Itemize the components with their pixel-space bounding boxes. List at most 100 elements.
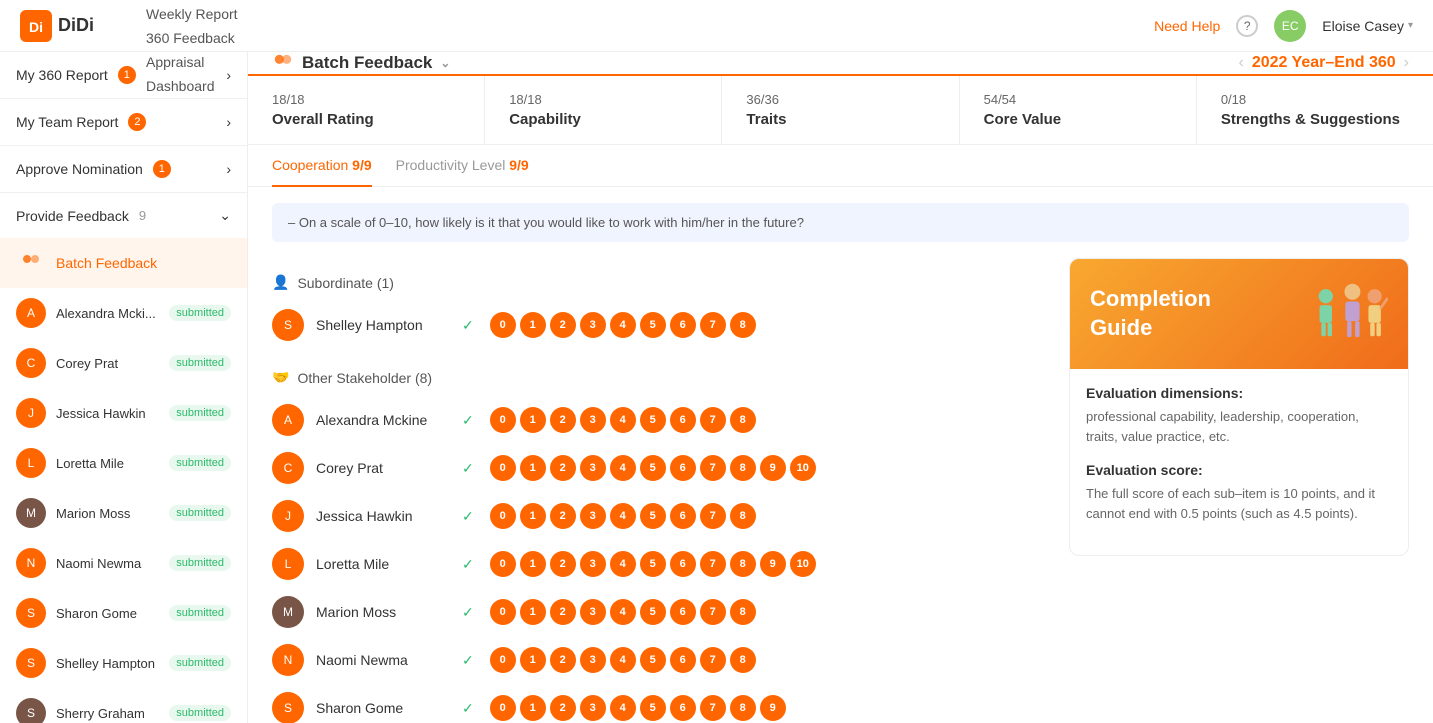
sidebar-name-7: Shelley Hampton: [56, 656, 159, 671]
bubble-2-1: 1: [520, 503, 546, 529]
bubble-2-2: 2: [550, 503, 576, 529]
sidebar-avatar-2: J: [16, 398, 46, 428]
tab-0[interactable]: Cooperation 9/9: [272, 145, 372, 187]
sidebar-item-feedback[interactable]: Provide Feedback 9 ⌄: [0, 193, 247, 238]
bubble-1-7: 7: [700, 455, 726, 481]
guide-score-section: Evaluation score: The full score of each…: [1086, 462, 1392, 523]
sidebar-person-8[interactable]: S Sherry Graham submitted: [0, 688, 247, 723]
stats-bar: 18/18 Overall Rating 18/18 Capability 36…: [248, 76, 1433, 145]
bubble-2-3: 3: [580, 503, 606, 529]
stat-item-0: 18/18 Overall Rating: [248, 76, 485, 144]
person-avatar-1: C: [272, 452, 304, 484]
bubble-4-1: 1: [520, 599, 546, 625]
user-name-text: Eloise Casey: [1322, 18, 1404, 34]
sidebar-name-5: Naomi Newma: [56, 556, 159, 571]
layout: My 360 Report 1 › My Team Report 2 › App…: [0, 52, 1433, 723]
sidebar-item-team-report[interactable]: My Team Report 2 ›: [0, 99, 247, 145]
tab-label-1: Productivity Level: [396, 157, 506, 173]
person-avatar-4: M: [272, 596, 304, 628]
stat-fraction-2: 36/36: [746, 92, 934, 107]
person-name-2: Jessica Hawkin: [316, 508, 446, 524]
nav-item-dashboard[interactable]: Dashboard: [146, 74, 238, 98]
sidebar-name-3: Loretta Mile: [56, 456, 159, 471]
year-prev-button[interactable]: ‹: [1239, 54, 1244, 72]
badge-team: 2: [128, 113, 146, 131]
bubble-3-7: 7: [700, 551, 726, 577]
user-name-button[interactable]: Eloise Casey ▾: [1322, 18, 1413, 34]
bubble-4-4: 4: [610, 599, 636, 625]
sidebar-name-8: Sherry Graham: [56, 706, 159, 721]
bubble-6-1: 1: [520, 695, 546, 721]
title-dropdown-icon[interactable]: ⌄: [440, 56, 450, 70]
person-name-4: Marion Moss: [316, 604, 446, 620]
sidebar-status-5: submitted: [169, 555, 231, 571]
chevron-nomination-icon: ›: [226, 161, 231, 177]
main-title: Batch Feedback: [302, 53, 432, 73]
bubble-2-5: 5: [640, 503, 666, 529]
sidebar-item-nomination[interactable]: Approve Nomination 1 ›: [0, 146, 247, 192]
tab-score-0: 9/9: [352, 157, 371, 173]
person-avatar-5: N: [272, 644, 304, 676]
bubble-5-0: 0: [490, 647, 516, 673]
sidebar-batch-feedback[interactable]: Batch Feedback: [0, 238, 247, 288]
sidebar-name-1: Corey Prat: [56, 356, 159, 371]
need-help-link[interactable]: Need Help: [1154, 18, 1220, 34]
score-bubbles-0: 012345678: [490, 312, 756, 338]
sidebar-person-5[interactable]: N Naomi Newma submitted: [0, 538, 247, 588]
score-bubbles-6: 0123456789: [490, 695, 786, 721]
bubble-1-4: 4: [610, 455, 636, 481]
bubble-0-4: 4: [610, 312, 636, 338]
bubble-0-0: 0: [490, 407, 516, 433]
tab-bar: Cooperation 9/9 Productivity Level 9/9: [248, 145, 1433, 187]
bubble-3-2: 2: [550, 551, 576, 577]
guide-banner: CompletionGuide: [1070, 259, 1408, 369]
question-box: – On a scale of 0–10, how likely is it t…: [272, 203, 1409, 242]
tab-1[interactable]: Productivity Level 9/9: [396, 145, 529, 187]
chevron-team-icon: ›: [226, 114, 231, 130]
stat-label-3: Core Value: [984, 111, 1172, 128]
stakeholder-people-row-2: J Jessica Hawkin ✓ 012345678: [272, 492, 1049, 540]
bubble-3-5: 5: [640, 551, 666, 577]
sidebar-person-7[interactable]: S Shelley Hampton submitted: [0, 638, 247, 688]
person-avatar-0: S: [272, 309, 304, 341]
nav-item-360-feedback[interactable]: 360 Feedback: [146, 26, 238, 50]
bubble-1-0: 0: [490, 455, 516, 481]
bubble-0-1: 1: [520, 407, 546, 433]
check-icon-5: ✓: [462, 652, 474, 669]
sidebar-avatar-4: M: [16, 498, 46, 528]
score-bubbles-4: 012345678: [490, 599, 756, 625]
stat-item-3: 54/54 Core Value: [960, 76, 1197, 144]
nav-item-appraisal[interactable]: Appraisal: [146, 50, 238, 74]
nav-item-weekly-report[interactable]: Weekly Report: [146, 2, 238, 26]
sidebar-person-4[interactable]: M Marion Moss submitted: [0, 488, 247, 538]
badge-360: 1: [118, 66, 136, 84]
guide-body: Evaluation dimensions: professional capa…: [1070, 369, 1408, 555]
sidebar-person-6[interactable]: S Sharon Gome submitted: [0, 588, 247, 638]
bubble-0-3: 3: [580, 312, 606, 338]
sidebar-person-2[interactable]: J Jessica Hawkin submitted: [0, 388, 247, 438]
bubble-0-3: 3: [580, 407, 606, 433]
main-content: Batch Feedback ⌄ ‹ 2022 Year–End 360 › 1…: [248, 52, 1433, 723]
batch-icon: [16, 248, 46, 278]
help-icon[interactable]: ?: [1236, 15, 1258, 37]
stat-item-1: 18/18 Capability: [485, 76, 722, 144]
feedback-list: 👤 Subordinate (1) S Shelley Hampton ✓ 01…: [272, 258, 1049, 723]
person-name-0: Alexandra Mckine: [316, 412, 446, 428]
bubble-0-8: 8: [730, 312, 756, 338]
sidebar-status-8: submitted: [169, 705, 231, 721]
bubble-1-2: 2: [550, 455, 576, 481]
sidebar-person-3[interactable]: L Loretta Mile submitted: [0, 438, 247, 488]
bubble-0-2: 2: [550, 407, 576, 433]
sidebar-person-0[interactable]: A Alexandra Mcki... submitted: [0, 288, 247, 338]
person-avatar-6: S: [272, 692, 304, 723]
sidebar-status-4: submitted: [169, 505, 231, 521]
bubble-5-4: 4: [610, 647, 636, 673]
bubble-0-0: 0: [490, 312, 516, 338]
logo[interactable]: Di DiDi: [20, 10, 94, 42]
stakeholder-people: A Alexandra Mckine ✓ 012345678 C Corey P…: [272, 396, 1049, 723]
bubble-6-9: 9: [760, 695, 786, 721]
sidebar-person-1[interactable]: C Corey Prat submitted: [0, 338, 247, 388]
year-next-button[interactable]: ›: [1404, 54, 1409, 72]
bubble-4-7: 7: [700, 599, 726, 625]
stat-fraction-1: 18/18: [509, 92, 697, 107]
